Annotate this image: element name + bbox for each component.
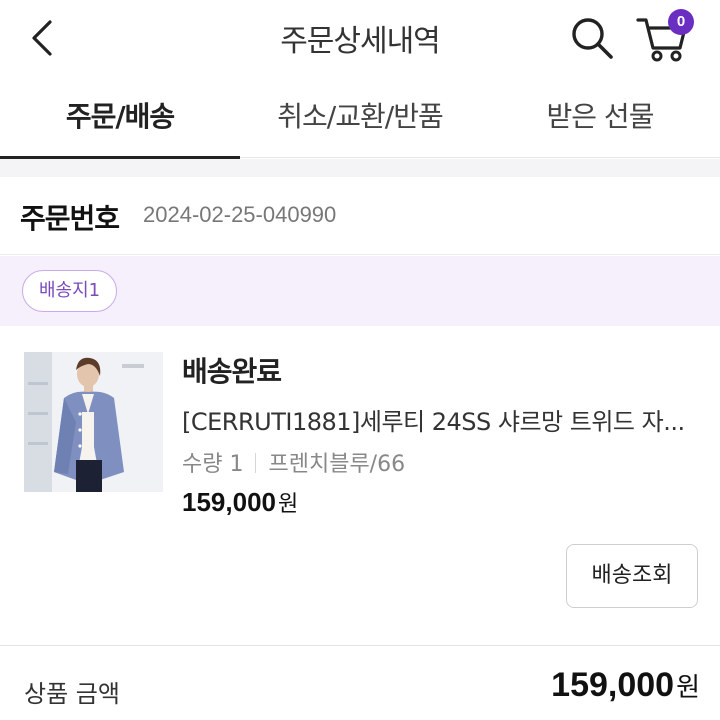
product-amount: 159,000원 — [551, 666, 700, 705]
product-amount-value: 159,000 — [551, 666, 675, 704]
total-divider — [0, 645, 720, 646]
product-amount-currency: 원 — [676, 673, 700, 703]
destination-chip[interactable]: 배송지1 — [22, 270, 118, 312]
search-button[interactable] — [568, 14, 616, 62]
product-item: 배송완료 [CERRUTI1881]세루티 24SS 샤르망 트위드 자... … — [0, 326, 720, 644]
product-name[interactable]: [CERRUTI1881]세루티 24SS 샤르망 트위드 자... — [182, 402, 702, 437]
product-amount-label: 상품 금액 — [24, 680, 120, 708]
product-photo — [24, 352, 163, 492]
product-quantity: 수량 1 — [182, 452, 244, 477]
tab-cancel-exchange-return[interactable]: 취소/교환/반품 — [240, 80, 480, 158]
destination-bar: 배송지1 — [0, 256, 720, 326]
search-icon — [572, 18, 613, 59]
section-gap — [0, 159, 720, 177]
order-number-label: 주문번호 — [20, 202, 120, 235]
order-number-row: 주문번호 2024-02-25-040990 — [0, 177, 720, 255]
product-price-currency: 원 — [277, 492, 299, 517]
tab-order-delivery[interactable]: 주문/배송 — [0, 80, 240, 159]
top-app-bar: 주문상세내역 0 — [0, 0, 720, 78]
cart-count-badge: 0 — [668, 9, 694, 35]
product-price-value: 159,000 — [182, 487, 276, 517]
order-number-value: 2024-02-25-040990 — [143, 202, 337, 227]
product-thumbnail[interactable] — [24, 352, 163, 492]
delivery-status: 배송완료 — [182, 355, 282, 388]
product-price: 159,000원 — [182, 486, 298, 518]
order-tabs: 주문/배송 취소/교환/반품 받은 선물 — [0, 80, 720, 159]
option-divider — [255, 453, 257, 473]
track-delivery-button[interactable]: 배송조회 — [566, 544, 698, 608]
product-option: 프렌치블루/66 — [268, 452, 406, 477]
tab-received-gift[interactable]: 받은 선물 — [480, 80, 720, 158]
product-options: 수량 1 프렌치블루/66 — [182, 446, 405, 478]
